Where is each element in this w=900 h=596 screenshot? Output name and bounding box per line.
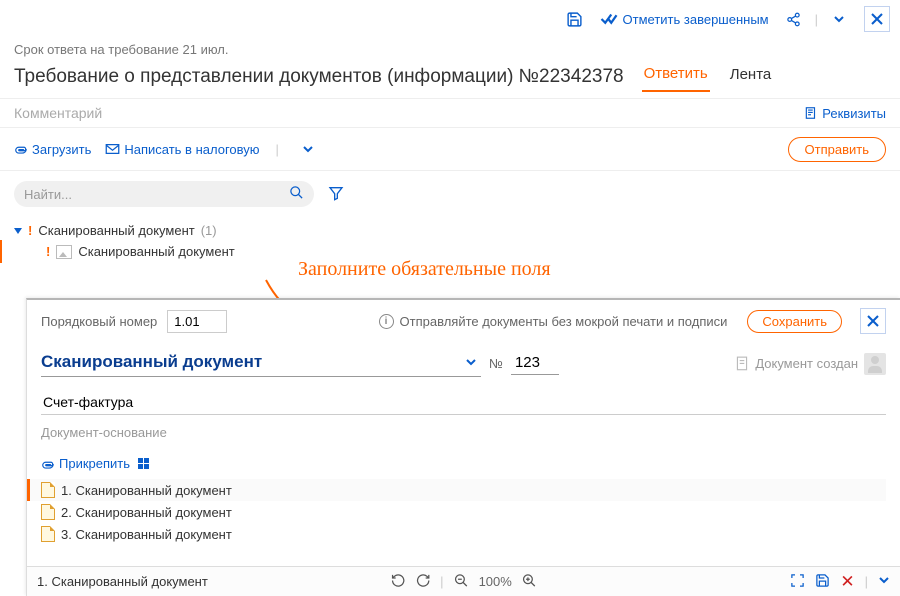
chevron-down-icon[interactable] xyxy=(826,6,852,32)
number-input[interactable] xyxy=(511,352,559,375)
deadline-text: Срок ответа на требование 21 июл. xyxy=(0,38,900,59)
tree-count: (1) xyxy=(201,223,217,238)
search-field[interactable] xyxy=(14,181,314,207)
send-button[interactable]: Отправить xyxy=(788,137,886,162)
requisites-button[interactable]: Реквизиты xyxy=(804,106,886,121)
attachment-item[interactable]: 1. Сканированный документ xyxy=(27,479,886,501)
attachment-label: 2. Сканированный документ xyxy=(61,505,232,520)
file-icon xyxy=(41,526,55,542)
attachment-item[interactable]: 3. Сканированный документ xyxy=(41,523,886,545)
search-icon[interactable] xyxy=(289,185,304,203)
write-tax-label: Написать в налоговую xyxy=(124,142,259,157)
number-label: № xyxy=(489,356,503,371)
doc-created-label: Документ создан xyxy=(755,356,858,371)
share-icon[interactable] xyxy=(781,6,807,32)
divider: | xyxy=(813,12,820,27)
chevron-down-icon[interactable] xyxy=(295,136,321,162)
chevron-down-icon[interactable] xyxy=(465,356,477,371)
chevron-down-icon[interactable] xyxy=(878,574,890,589)
zoom-level: 100% xyxy=(479,574,512,589)
order-number-label: Порядковый номер xyxy=(41,314,157,329)
tree-child-label: Сканированный документ xyxy=(78,244,234,259)
warning-icon: ! xyxy=(28,223,32,238)
divider: | xyxy=(865,574,868,589)
attachment-label: 1. Сканированный документ xyxy=(61,483,232,498)
order-number-input[interactable] xyxy=(167,310,227,333)
mark-complete-label: Отметить завершенным xyxy=(623,12,769,27)
attach-button[interactable]: Прикрепить xyxy=(41,456,130,471)
warning-icon: ! xyxy=(46,244,50,259)
tree-parent[interactable]: ! Сканированный документ (1) xyxy=(14,221,900,240)
tab-reply[interactable]: Ответить xyxy=(642,61,710,92)
comment-input[interactable] xyxy=(14,105,804,121)
rotate-right-icon[interactable] xyxy=(415,573,430,591)
attachment-item[interactable]: 2. Сканированный документ xyxy=(41,501,886,523)
save-button[interactable]: Сохранить xyxy=(747,310,842,333)
document-panel: Порядковый номер i Отправляйте документы… xyxy=(26,298,900,596)
delete-icon[interactable]: ✕ xyxy=(840,572,854,592)
divider: | xyxy=(440,574,443,589)
tree-parent-label: Сканированный документ xyxy=(38,223,194,238)
document-icon xyxy=(735,356,749,372)
requisites-label: Реквизиты xyxy=(822,106,886,121)
info-hint-text: Отправляйте документы без мокрой печати … xyxy=(400,314,728,329)
upload-button[interactable]: Загрузить xyxy=(14,142,91,157)
close-panel-icon[interactable] xyxy=(860,308,886,334)
attach-label: Прикрепить xyxy=(59,456,130,471)
zoom-out-icon[interactable] xyxy=(454,573,469,591)
doc-type-input[interactable] xyxy=(41,350,481,377)
file-icon xyxy=(41,504,55,520)
image-placeholder-icon xyxy=(56,245,72,259)
rotate-left-icon[interactable] xyxy=(390,573,405,591)
tab-feed[interactable]: Лента xyxy=(728,62,774,91)
upload-label: Загрузить xyxy=(32,142,91,157)
mark-complete-button[interactable]: Отметить завершенным xyxy=(594,9,775,30)
page-title: Требование о представлении документов (и… xyxy=(14,66,624,88)
search-input[interactable] xyxy=(24,187,289,202)
close-icon[interactable] xyxy=(864,6,890,32)
grid-view-icon[interactable] xyxy=(138,458,149,469)
write-tax-button[interactable]: Написать в налоговую xyxy=(105,142,259,157)
invoice-type-input[interactable] xyxy=(41,391,886,415)
caret-down-icon xyxy=(14,228,22,234)
file-icon xyxy=(41,482,55,498)
zoom-in-icon[interactable] xyxy=(522,573,537,591)
attachment-label: 3. Сканированный документ xyxy=(61,527,232,542)
info-icon: i xyxy=(379,314,394,329)
filter-icon[interactable] xyxy=(328,185,344,204)
avatar xyxy=(864,353,886,375)
divider: | xyxy=(274,142,281,157)
doc-basis-label: Документ-основание xyxy=(41,425,886,440)
expand-icon[interactable] xyxy=(790,573,805,591)
tree-child[interactable]: ! Сканированный документ xyxy=(0,240,900,263)
save-icon[interactable] xyxy=(562,6,588,32)
save-icon[interactable] xyxy=(815,573,830,591)
footer-current-doc: 1. Сканированный документ xyxy=(37,574,208,589)
